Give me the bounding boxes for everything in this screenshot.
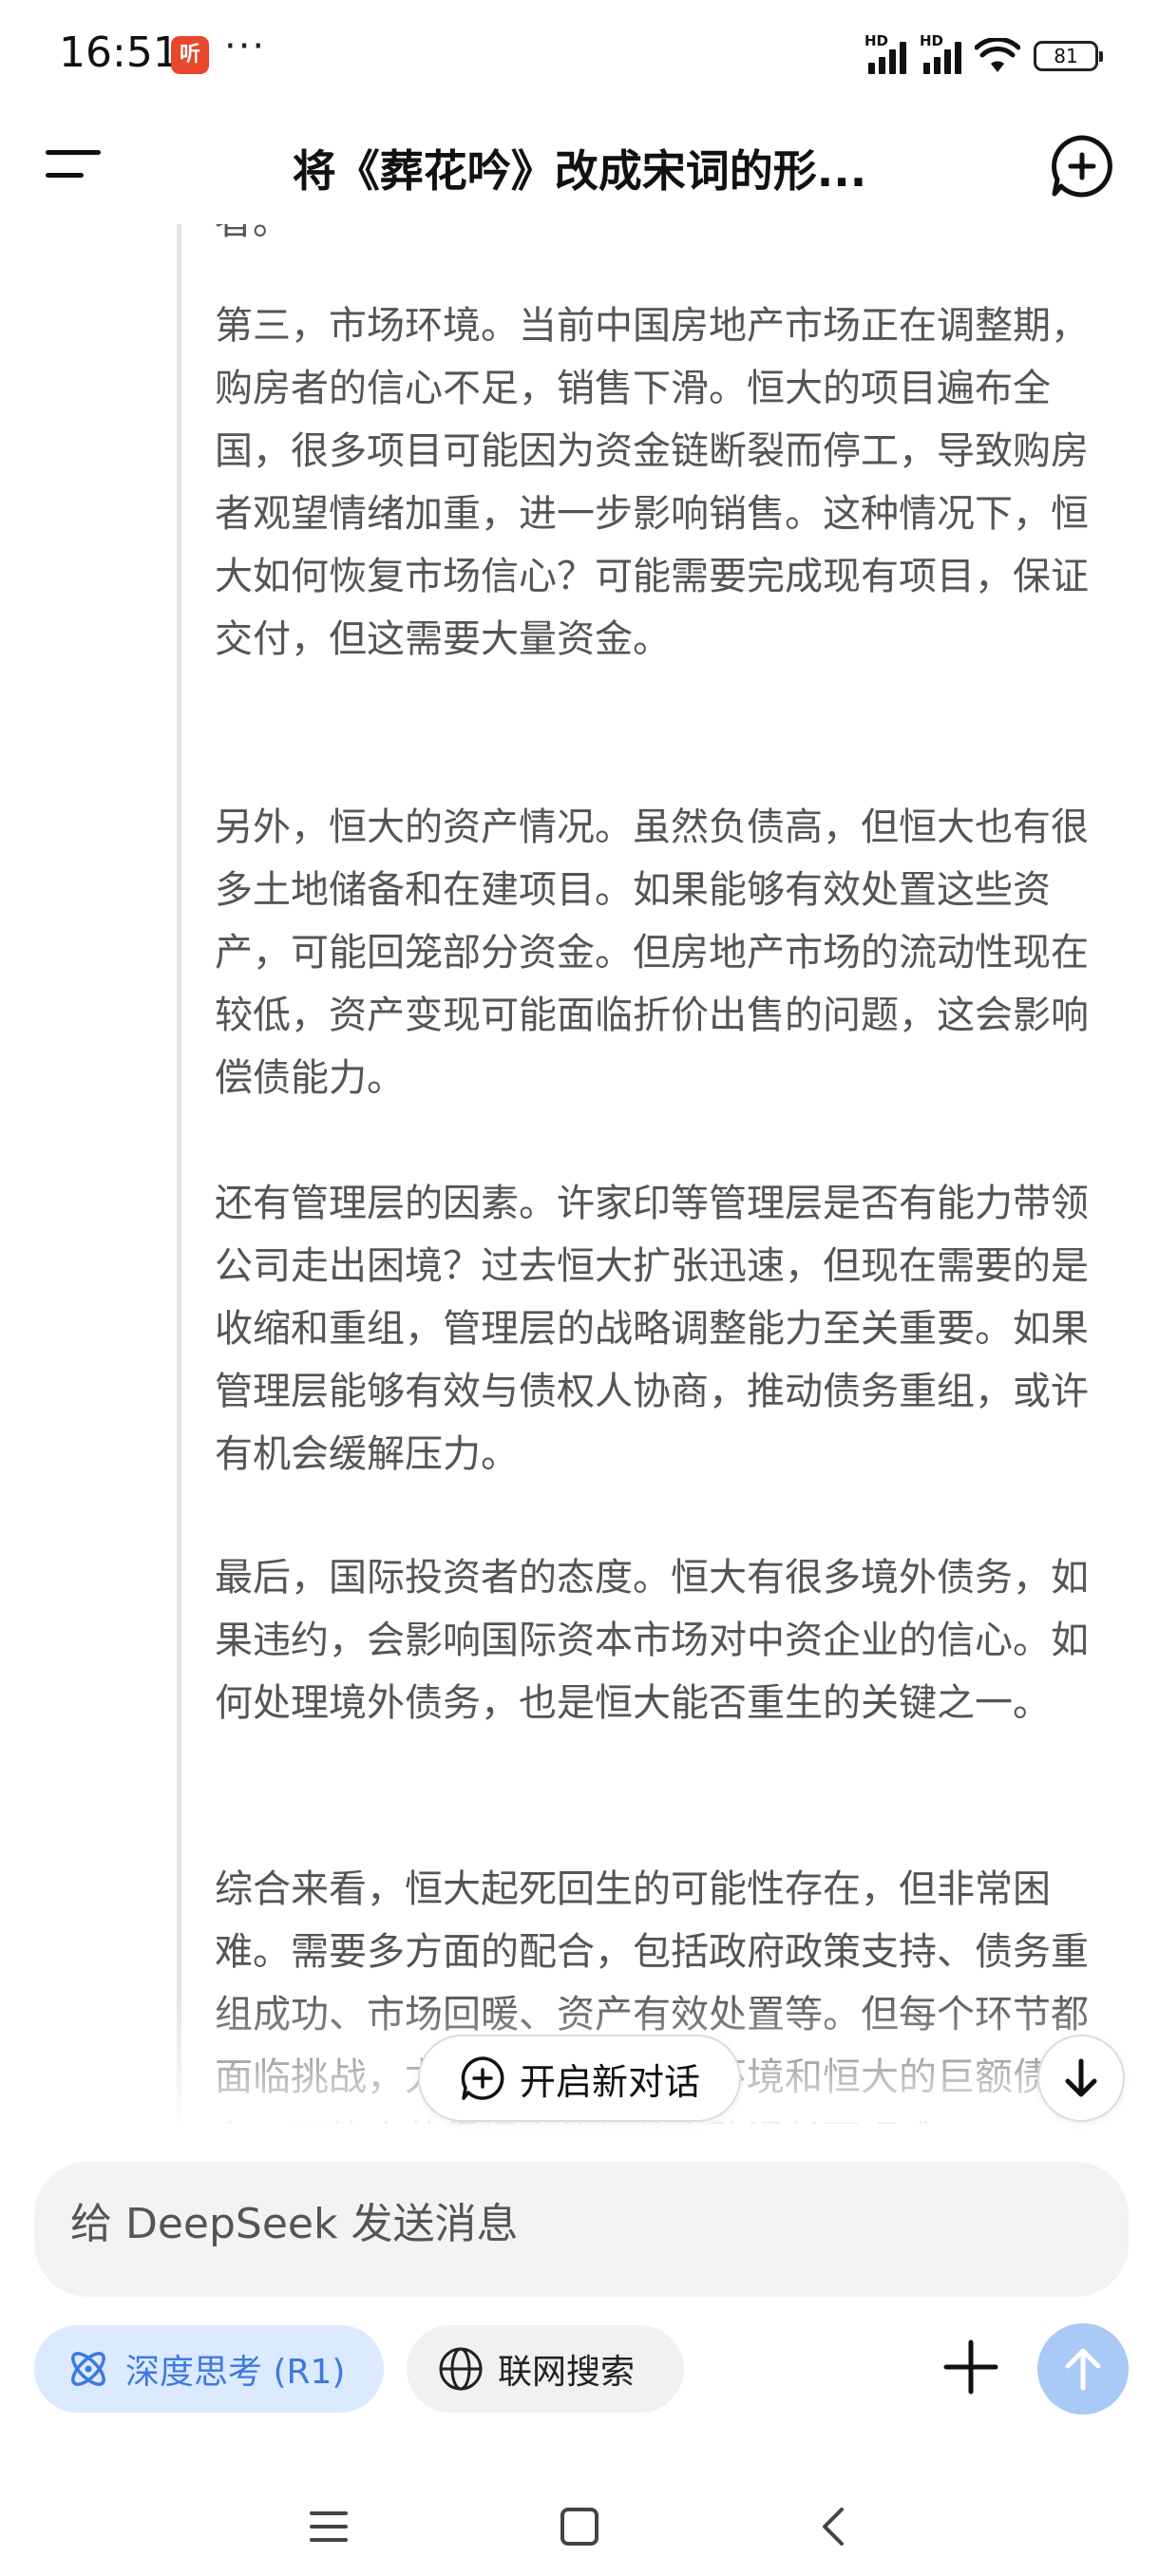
nav-back-icon xyxy=(823,2508,844,2546)
chat-plus-icon xyxy=(461,2056,504,2100)
more-notifications-icon: ··· xyxy=(224,25,267,68)
reasoning-paragraph: 最后，国际投资者的态度。恒大有很多境外债务，如果违约，会影响国际资本市场对中资企… xyxy=(215,1556,1089,1725)
status-time: 16:51 xyxy=(59,28,180,77)
top-bar: 将《葬花吟》改成宋词的形... xyxy=(0,112,1159,224)
nav-menu-button[interactable] xyxy=(300,2500,357,2553)
new-chat-icon[interactable] xyxy=(1049,133,1115,199)
menu-icon[interactable] xyxy=(46,141,103,188)
arrow-down-icon xyxy=(1065,2058,1097,2097)
nav-home-button[interactable] xyxy=(551,2500,608,2553)
globe-icon xyxy=(439,2347,483,2391)
reasoning-paragraph: 还有管理层的因素。许家印等管理层是否有能力带领公司走出困境？过去恒大扩张迅速，但… xyxy=(215,1182,1089,1476)
scroll-to-bottom-button[interactable] xyxy=(1037,2035,1125,2122)
battery-level: 81 xyxy=(1054,45,1078,67)
nav-menu-icon xyxy=(310,2511,348,2542)
status-indicators: HD HD 81 xyxy=(864,32,1103,80)
send-button[interactable] xyxy=(1037,2323,1129,2415)
deep-think-label: 深度思考 (R1) xyxy=(125,2353,346,2392)
status-bar: 16:51 听 ··· HD HD 81 xyxy=(0,0,1159,112)
arrow-up-icon xyxy=(1065,2348,1101,2391)
battery-icon: 81 xyxy=(1034,41,1103,71)
system-nav-bar xyxy=(0,2470,1159,2576)
wifi-icon xyxy=(975,38,1020,72)
conversation: 者。 第三，市场环境。当前中国房地产市场正在调整期，购房者的信心不足，销售下滑。… xyxy=(0,224,1159,2124)
web-search-toggle[interactable]: 联网搜索 xyxy=(407,2325,684,2413)
new-dialog-label: 开启新对话 xyxy=(519,2060,700,2103)
signal-1-icon: HD xyxy=(864,32,906,74)
reasoning-paragraph: 另外，恒大的资产情况。虽然负债高，但恒大也有很多土地储备和在建项目。如果能够有效… xyxy=(215,805,1089,1100)
cut-off-line: 者。 xyxy=(215,224,1108,253)
signal-2-hd-label: HD xyxy=(920,32,944,49)
web-search-label: 联网搜索 xyxy=(498,2353,636,2392)
plus-icon[interactable] xyxy=(933,2329,1009,2405)
new-dialog-button[interactable]: 开启新对话 xyxy=(418,2035,741,2122)
app-notification-icon: 听 xyxy=(171,36,209,74)
page-title: 将《葬花吟》改成宋词的形... xyxy=(292,145,867,197)
nav-home-icon xyxy=(560,2508,598,2546)
deep-think-toggle[interactable]: 深度思考 (R1) xyxy=(34,2325,384,2413)
reasoning-paragraph: 第三，市场环境。当前中国房地产市场正在调整期，购房者的信心不足，销售下滑。恒大的… xyxy=(215,304,1089,661)
signal-1-hd-label: HD xyxy=(864,32,889,49)
message-composer xyxy=(34,2162,1129,2297)
nav-back-button[interactable] xyxy=(806,2500,863,2553)
thinking-thread-line xyxy=(177,224,181,2124)
atom-icon xyxy=(71,2352,105,2386)
signal-2-icon: HD xyxy=(920,32,961,74)
message-input[interactable] xyxy=(70,2200,1077,2248)
screen: 16:51 听 ··· HD HD 81 将《葬花吟》改成宋词的形... 第三，… xyxy=(0,0,1159,2576)
